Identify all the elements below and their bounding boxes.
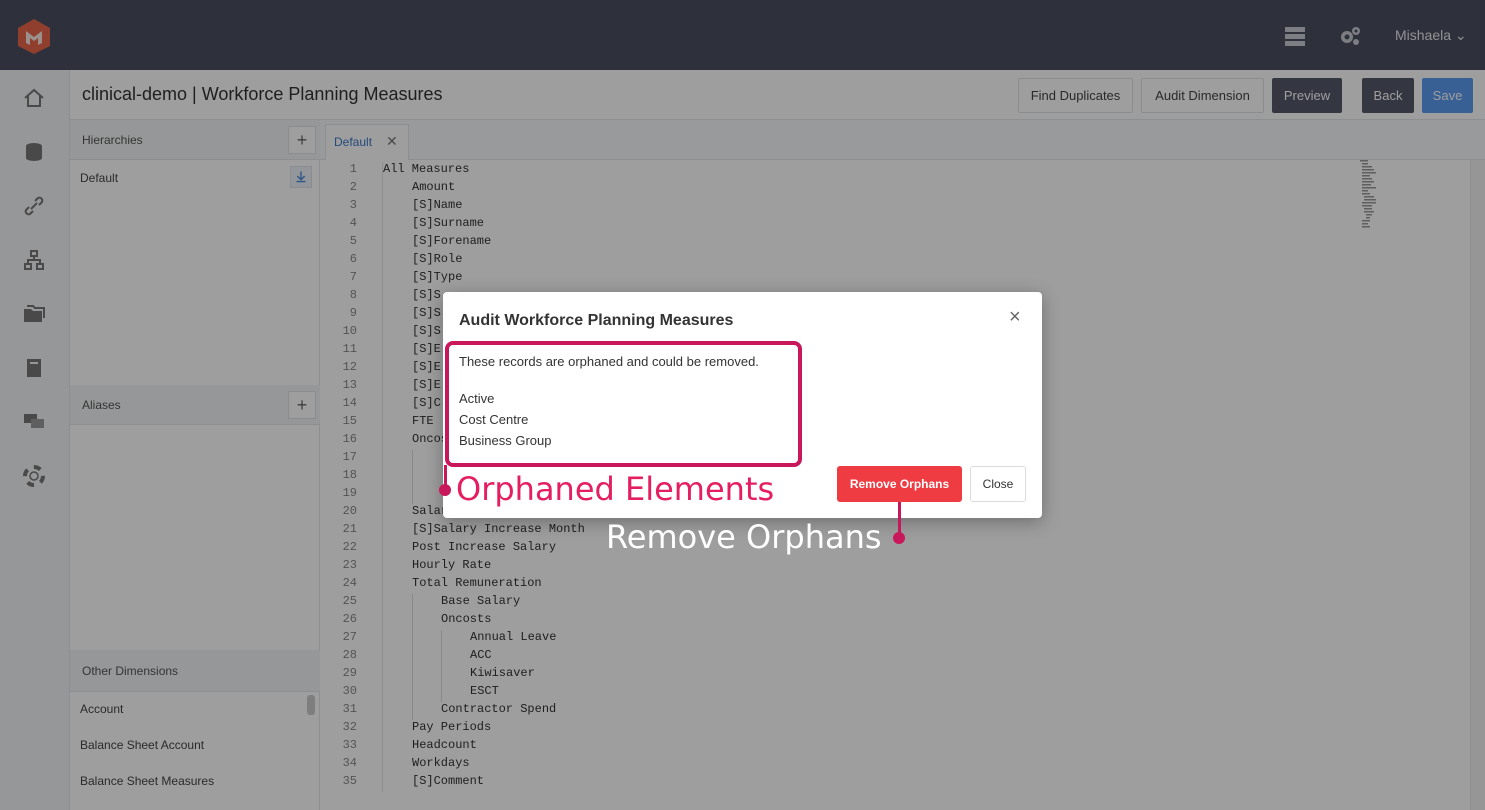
close-icon[interactable]: × — [1009, 306, 1021, 329]
remove-orphans-button[interactable]: Remove Orphans — [837, 466, 962, 502]
dialog-title: Audit Workforce Planning Measures — [459, 312, 734, 329]
close-button[interactable]: Close — [970, 466, 1026, 502]
orphaned-callout-dot — [439, 484, 451, 496]
remove-callout-dot — [893, 532, 905, 544]
orphaned-elements-annotation: Orphaned Elements — [456, 470, 775, 508]
orphaned-elements-highlight — [445, 341, 802, 467]
remove-orphans-annotation: Remove Orphans — [606, 518, 882, 556]
